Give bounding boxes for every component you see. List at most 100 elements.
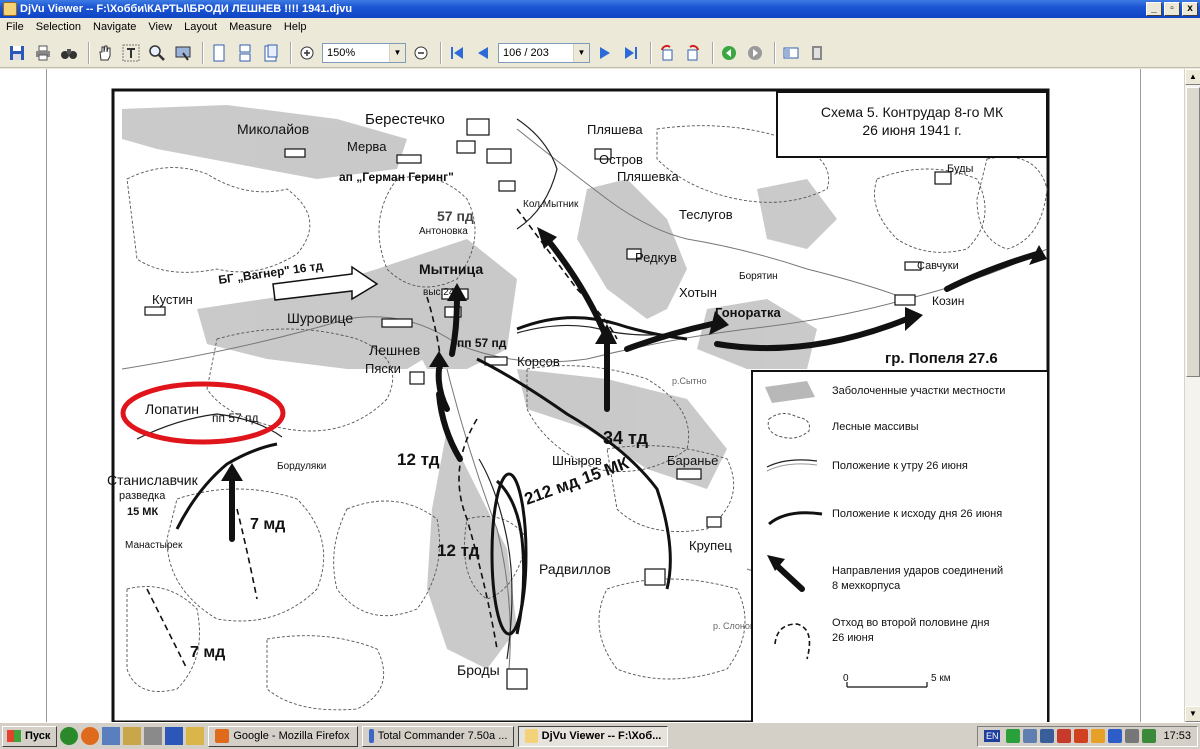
menu-file[interactable]: File [0,21,30,33]
label-khotyn: Хотын [679,285,717,300]
task-firefox-label: Google - Mozilla Firefox [233,730,350,742]
zoom-tool-button[interactable] [146,42,168,64]
taskbar: Пуск Google - Mozilla Firefox Total Comm… [0,722,1200,749]
label-34td: 34 тд [603,428,649,448]
single-page-button[interactable] [208,42,230,64]
window-title: DjVu Viewer -- F:\Хобби\КАРТЫ\БРОДИ ЛЕШН… [20,3,353,15]
find-button[interactable] [58,42,80,64]
page-combobox[interactable]: 106 / 203 ▼ [498,42,590,63]
tray-bluetooth-icon[interactable] [1108,729,1123,743]
quicklaunch-firefox-icon[interactable] [81,727,100,745]
close-button[interactable]: x [1182,2,1198,16]
document-viewport[interactable]: Схема 5. Контрудар 8-го МК 26 июня 1941 … [0,69,1184,722]
chevron-down-icon[interactable]: ▼ [389,43,405,62]
fullscreen-button[interactable] [806,42,828,64]
thumbnails-button[interactable] [780,42,802,64]
tray-clock[interactable]: 17:53 [1163,730,1191,742]
start-button[interactable]: Пуск [2,725,58,747]
label-baranye: Баранье [667,453,718,468]
tray-play-icon[interactable] [1006,729,1021,743]
continuous-page-button[interactable] [234,42,256,64]
quicklaunch-desktop-icon[interactable] [102,727,121,745]
quicklaunch-ie-icon[interactable] [60,727,79,745]
print-button[interactable] [32,42,54,64]
label-korsov: Корсов [517,354,560,369]
zoom-combobox[interactable]: 150% ▼ [322,42,406,63]
tray-update-icon[interactable] [1091,729,1106,743]
label-group-popel: гр. Попеля 27.6 [885,350,998,367]
scrollbar-thumb[interactable] [1186,87,1200,377]
menu-measure[interactable]: Measure [223,21,278,33]
label-manastyrek: Манастырек [125,540,183,551]
quicklaunch-tool-icon[interactable] [186,727,205,745]
document-page: Схема 5. Контрудар 8-го МК 26 июня 1941 … [46,69,1141,722]
title-bar[interactable]: DjVu Viewer -- F:\Хобби\КАРТЫ\БРОДИ ЛЕШН… [0,0,1200,18]
label-teslugov: Теслугов [679,207,733,222]
label-krupets: Крупец [689,538,732,553]
facing-pages-icon [264,44,278,61]
forward-circle-icon [748,45,762,60]
tray-antivirus-icon[interactable] [1074,729,1089,743]
printer-icon [36,45,50,60]
tray-shield-icon[interactable] [1142,729,1157,743]
quicklaunch-app-icon[interactable] [144,727,163,745]
quicklaunch-explorer-icon[interactable] [123,727,142,745]
label-mykolaiv: Миколайов [237,121,309,137]
last-page-button[interactable] [620,42,642,64]
zoom-in-button[interactable] [296,42,318,64]
page-number-value: 106 / 203 [503,46,549,59]
arrow-left-icon [478,46,488,59]
back-button[interactable] [718,42,740,64]
rotate-right-button[interactable] [682,42,704,64]
forward-button[interactable] [744,42,766,64]
vertical-scrollbar[interactable]: ▲ ▼ [1184,69,1200,722]
maximize-button[interactable]: ▫ [1164,2,1180,16]
tray-app-icon[interactable] [1057,729,1072,743]
facing-pages-button[interactable] [260,42,282,64]
scroll-down-button[interactable]: ▼ [1185,706,1200,722]
magnifier-icon [149,44,165,61]
legend-scale-5: 5 км [931,673,951,684]
label-redkuv: Редкув [635,250,677,265]
scroll-up-button[interactable]: ▲ [1185,69,1200,85]
label-antonovka: Антоновка [419,226,468,237]
label-12td-b: 12 тд [437,541,480,560]
menu-navigate[interactable]: Navigate [87,21,142,33]
menu-selection[interactable]: Selection [30,21,87,33]
label-kozyn: Козин [932,294,964,308]
next-page-button[interactable] [594,42,616,64]
legend-attack-text-2: 8 мехкорпуса [832,580,901,592]
plus-circle-icon [300,46,314,59]
tray-volume-icon[interactable] [1125,729,1140,743]
language-indicator[interactable]: EN [983,730,1001,742]
tray-network-icon[interactable] [1023,729,1038,743]
chevron-down-icon[interactable]: ▼ [573,43,589,62]
system-tray: EN 17:53 [976,725,1198,747]
text-tool-icon [122,44,140,61]
continuous-page-icon [239,44,251,61]
task-djvu-viewer[interactable]: DjVu Viewer -- F:\Хоб... [518,725,669,747]
hand-tool-button[interactable] [94,42,116,64]
menu-view[interactable]: View [142,21,178,33]
legend-retreat-text-1: Отход во второй половине дня [832,617,990,629]
label-sytno: р.Сытно [672,376,707,386]
rotate-left-button[interactable] [656,42,678,64]
label-vys241: выс.241 [423,287,460,298]
label-57pd: 57 пд [437,208,474,224]
task-total-commander[interactable]: Total Commander 7.50a ... [362,725,515,747]
single-page-icon [213,44,225,61]
tray-monitor-icon[interactable] [1040,729,1055,743]
zoom-out-button[interactable] [410,42,432,64]
binoculars-icon [61,48,77,59]
previous-page-button[interactable] [472,42,494,64]
minimize-button[interactable]: _ [1146,2,1162,16]
save-button[interactable] [6,42,28,64]
first-page-button[interactable] [446,42,468,64]
legend-evening-text: Положение к исходу дня 26 июня [832,508,1002,520]
select-area-button[interactable] [172,42,194,64]
menu-help[interactable]: Help [278,21,313,33]
task-firefox[interactable]: Google - Mozilla Firefox [208,725,359,747]
menu-layout[interactable]: Layout [178,21,223,33]
text-select-button[interactable] [120,42,142,64]
quicklaunch-save-icon[interactable] [165,727,184,745]
